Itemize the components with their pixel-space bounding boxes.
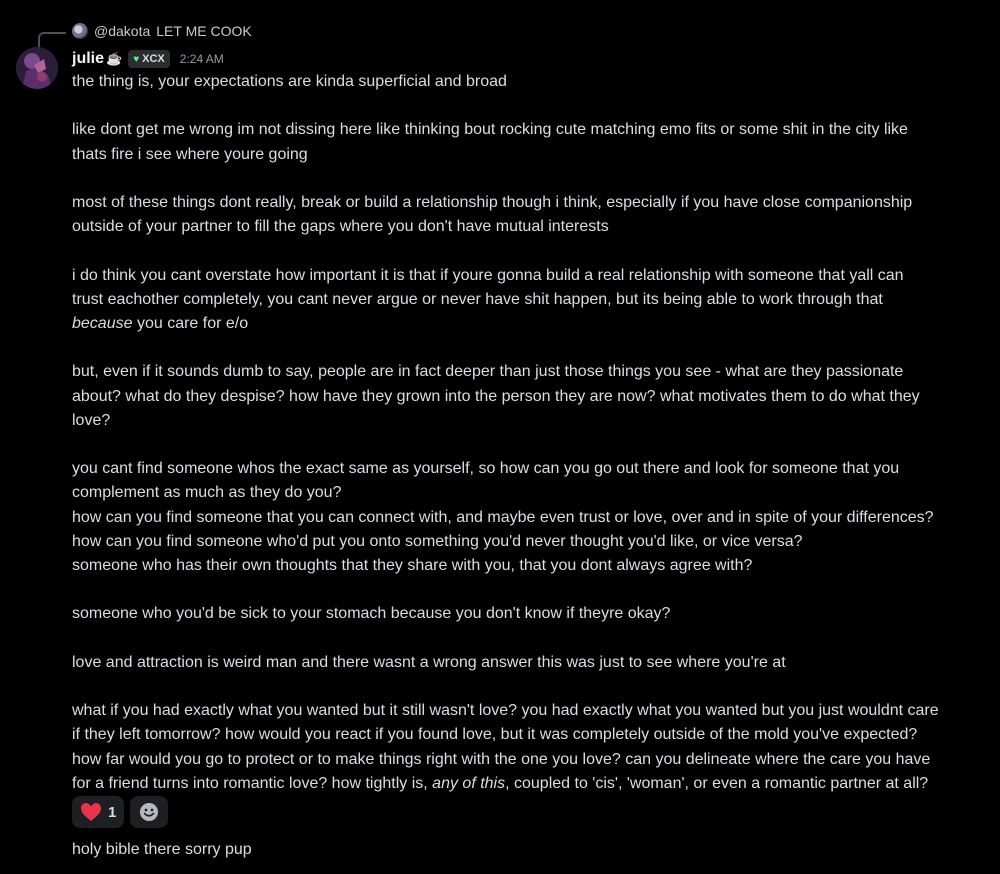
message-line: how far would you go to protect or to ma…: [72, 750, 931, 768]
server-tag[interactable]: ♥ XCX: [128, 50, 170, 68]
message-line: trust eachother completely, you cant nev…: [72, 290, 883, 308]
message-line: love and attraction is weird man and the…: [72, 653, 786, 671]
message-line: the thing is, your expectations are kind…: [72, 73, 507, 90]
message-line: outside of your partner to fill the gaps…: [72, 218, 609, 236]
server-tag-label: XCX: [142, 53, 165, 65]
green-heart-icon: ♥: [133, 53, 140, 65]
coffee-icon: ☕: [106, 51, 123, 66]
emphasis-text: because: [72, 314, 133, 332]
message-line: i do think you cant overstate how import…: [72, 266, 904, 284]
reply-text[interactable]: LET ME COOK: [156, 23, 251, 39]
emphasis-text: any of this: [432, 774, 506, 792]
reply-reference[interactable]: @dakota LET ME COOK: [72, 21, 252, 41]
message-line: for a friend turns into romantic love? h…: [72, 774, 929, 792]
message-line: complement as much as they do you?: [72, 484, 342, 502]
followup-message: holy bible there sorry pup: [72, 841, 252, 858]
message-line: love?: [72, 411, 111, 429]
message-content: the thing is, your expectations are kind…: [72, 70, 992, 796]
message-line: someone who you'd be sick to your stomac…: [72, 605, 671, 623]
message-line: most of these things dont really, break …: [72, 193, 913, 211]
add-reaction-button[interactable]: [130, 796, 169, 828]
timestamp[interactable]: 2:24 AM: [180, 52, 224, 66]
add-reaction-icon: [140, 803, 159, 821]
message-line: like dont get me wrong im not dissing he…: [72, 121, 908, 139]
reply-author[interactable]: @dakota: [94, 23, 150, 39]
reaction-count: 1: [108, 803, 117, 821]
message-line: about? what do they despise? how have th…: [72, 387, 920, 405]
message-line: if they left tomorrow? how would you rea…: [72, 726, 918, 744]
author-name[interactable]: julie: [72, 50, 104, 68]
message-line: how can you find someone that you can co…: [72, 508, 934, 526]
message-line: thats fire i see where youre going: [72, 145, 308, 163]
heart-reaction[interactable]: 1: [72, 796, 125, 828]
message-line: someone who has their own thoughts that …: [72, 556, 753, 574]
avatar[interactable]: [16, 47, 58, 89]
avatar-image: [16, 47, 58, 89]
reactions-bar: 1: [72, 796, 169, 828]
message-line: what if you had exactly what you wanted …: [72, 702, 939, 720]
message-line: you cant find someone whos the exact sam…: [72, 460, 900, 478]
heart-icon: [81, 803, 101, 821]
message-line: how can you find someone who'd put you o…: [72, 532, 803, 550]
message-header: julie ☕ ♥ XCX 2:24 AM: [72, 48, 224, 70]
reply-avatar: [72, 23, 88, 39]
message-line: but, even if it sounds dumb to say, peop…: [72, 363, 904, 381]
message-line: because you care for e/o: [72, 314, 249, 332]
